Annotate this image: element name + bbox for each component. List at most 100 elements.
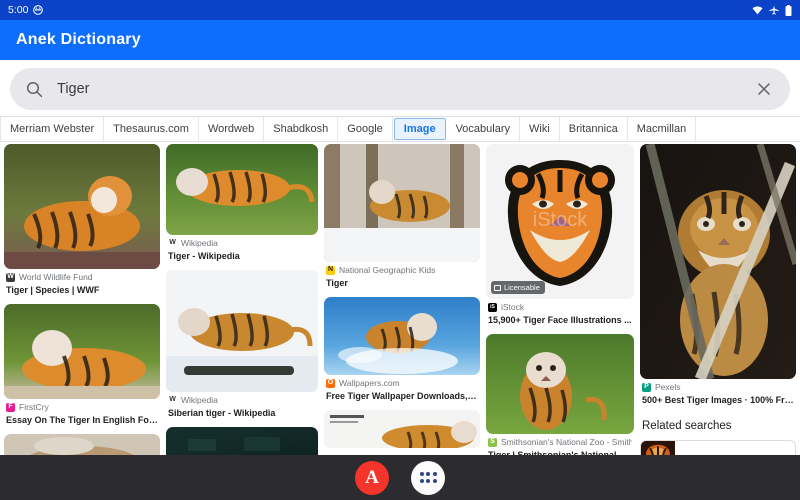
result-source-label: Wikipedia [181, 238, 218, 248]
image-result-card[interactable]: S Smithsonian's National Zoo - Smiths...… [486, 334, 634, 465]
result-thumbnail[interactable] [486, 334, 634, 434]
wikipedia-favicon-icon: W [168, 238, 177, 248]
wifi-icon [752, 5, 763, 15]
result-meta: F FirstCry Essay On The Tiger In English… [4, 399, 160, 430]
wallpapers-favicon-icon: O [326, 378, 335, 388]
image-result-card-partial[interactable] [324, 410, 480, 448]
result-thumbnail[interactable]: iStock Licensable [486, 144, 634, 299]
image-result-card[interactable]: W Wikipedia Tiger - Wikipedia [166, 144, 318, 266]
airplane-mode-icon [769, 5, 779, 15]
search-icon[interactable] [26, 81, 43, 98]
tab-thesaurus-com[interactable]: Thesaurus.com [104, 117, 199, 141]
image-result-card[interactable]: O Wallpapers.com Free Tiger Wallpaper Do… [324, 297, 480, 406]
tiger-resting-on-sand-photo [4, 304, 160, 399]
tab-wordweb[interactable]: Wordweb [198, 117, 265, 141]
image-result-card[interactable]: P Pexels 500+ Best Tiger Images · 100% F… [640, 144, 796, 410]
result-meta: W Wikipedia Siberian tiger - Wikipedia [166, 392, 318, 423]
image-result-card[interactable]: F FirstCry Essay On The Tiger In English… [4, 304, 160, 430]
result-thumbnail[interactable] [324, 297, 480, 375]
image-result-card[interactable]: N National Geographic Kids Tiger [324, 144, 480, 293]
natgeokids-favicon-icon: N [326, 265, 335, 275]
tiger-running-through-blue-water-photo [324, 297, 480, 375]
tab-shabdkosh[interactable]: Shabdkosh [264, 117, 339, 141]
result-title[interactable]: 15,900+ Tiger Face Illustrations ... [488, 314, 632, 326]
result-source-label: Wallpapers.com [339, 378, 400, 388]
app-grid-icon[interactable] [411, 460, 445, 495]
result-meta: O Wallpapers.com Free Tiger Wallpaper Do… [324, 375, 480, 406]
tab-image[interactable]: Image [393, 118, 446, 140]
siberian-tiger-walking-on-snow-photo [166, 270, 318, 392]
result-source: S Smithsonian's National Zoo - Smiths... [488, 436, 632, 448]
result-title[interactable]: Siberian tiger - Wikipedia [168, 407, 316, 419]
image-result-card[interactable]: iStock Licensable iS iStock 15,900+ Tige… [486, 144, 634, 330]
image-result-card[interactable]: W Wikipedia Siberian tiger - Wikipedia [166, 270, 318, 423]
tab-britannica[interactable]: Britannica [559, 117, 628, 141]
source-tab-strip[interactable]: Merriam Webster Thesaurus.com Wordweb Sh… [0, 116, 800, 142]
results-column-4: iStock Licensable iS iStock 15,900+ Tige… [486, 144, 634, 465]
close-icon[interactable] [756, 81, 772, 97]
results-column-1: W World Wildlife Fund Tiger | Species | … [4, 144, 160, 474]
result-source: W World Wildlife Fund [6, 271, 158, 283]
result-source: P Pexels [642, 381, 794, 393]
status-bar: 5:00 [0, 0, 800, 20]
result-title[interactable]: Tiger | Species | WWF [6, 284, 158, 296]
tiger-behind-branches-dark-photo [640, 144, 796, 379]
result-thumbnail[interactable] [4, 144, 160, 269]
result-meta: iS iStock 15,900+ Tiger Face Illustratio… [486, 299, 634, 330]
app-bar: Anek Dictionary [0, 20, 800, 60]
result-thumbnail[interactable] [324, 410, 480, 448]
license-icon [494, 284, 501, 291]
page-title: Anek Dictionary [16, 31, 141, 48]
result-meta: W Wikipedia Tiger - Wikipedia [166, 235, 318, 266]
tab-google[interactable]: Google [338, 117, 393, 141]
search-section: Tiger [0, 60, 800, 116]
result-source: iS iStock [488, 301, 632, 313]
result-title[interactable]: Essay On The Tiger In English For ... [6, 414, 158, 426]
result-thumbnail[interactable] [166, 270, 318, 392]
app-grid-dots [419, 472, 437, 483]
result-thumbnail[interactable] [166, 144, 318, 235]
related-searches-heading: Related searches [642, 420, 732, 432]
notification-face-icon [33, 5, 44, 15]
assistant-button[interactable]: A [355, 460, 389, 495]
licensable-badge: Licensable [491, 281, 545, 294]
result-source-label: Wikipedia [181, 395, 218, 405]
result-source: W Wikipedia [168, 237, 316, 249]
result-source-label: FirstCry [19, 402, 49, 412]
tab-macmillan[interactable]: Macmillan [627, 117, 697, 141]
image-result-card[interactable]: W World Wildlife Fund Tiger | Species | … [4, 144, 160, 300]
result-thumbnail[interactable] [324, 144, 480, 262]
tab-merriam-webster[interactable]: Merriam Webster [0, 117, 105, 141]
result-source-label: National Geographic Kids [339, 265, 436, 275]
status-time: 5:00 [8, 4, 29, 16]
result-source: O Wallpapers.com [326, 377, 478, 389]
result-source-label: World Wildlife Fund [19, 272, 93, 282]
image-results-grid[interactable]: W World Wildlife Fund Tiger | Species | … [0, 142, 800, 500]
search-input[interactable]: Tiger [57, 81, 742, 97]
result-meta: W World Wildlife Fund Tiger | Species | … [4, 269, 160, 300]
tiger-lying-on-grass-photo [4, 144, 160, 269]
result-title[interactable]: Free Tiger Wallpaper Downloads, [600+ ..… [326, 390, 478, 402]
search-bar[interactable]: Tiger [10, 68, 790, 110]
result-thumbnail[interactable] [640, 144, 796, 379]
result-title[interactable]: 500+ Best Tiger Images · 100% Free ... [642, 394, 794, 406]
tab-wiki[interactable]: Wiki [520, 117, 560, 141]
results-column-5: P Pexels 500+ Best Tiger Images · 100% F… [640, 144, 796, 466]
tiger-in-snowy-forest-photo [324, 144, 480, 262]
result-title[interactable]: Tiger - Wikipedia [168, 250, 316, 262]
tiger-walking-in-green-grass-photo [166, 144, 318, 235]
smithsonian-favicon-icon: S [488, 437, 497, 447]
wwf-favicon-icon: W [6, 272, 15, 282]
licensable-label: Licensable [504, 283, 540, 292]
result-thumbnail[interactable] [4, 304, 160, 399]
tab-vocabulary[interactable]: Vocabulary [446, 117, 520, 141]
app-screen: 5:00 Anek Dictionary Tiger Merriam Webst… [0, 0, 800, 500]
tiger-face-illustration-vector: iStock [486, 144, 634, 299]
results-column-3: N National Geographic Kids Tiger O Wallp… [324, 144, 480, 448]
svg-text:iStock: iStock [533, 209, 588, 231]
battery-icon [785, 4, 792, 16]
result-source-label: iStock [501, 302, 525, 312]
result-source: W Wikipedia [168, 394, 316, 406]
result-title[interactable]: Tiger [326, 277, 478, 289]
istock-favicon-icon: iS [488, 302, 497, 312]
